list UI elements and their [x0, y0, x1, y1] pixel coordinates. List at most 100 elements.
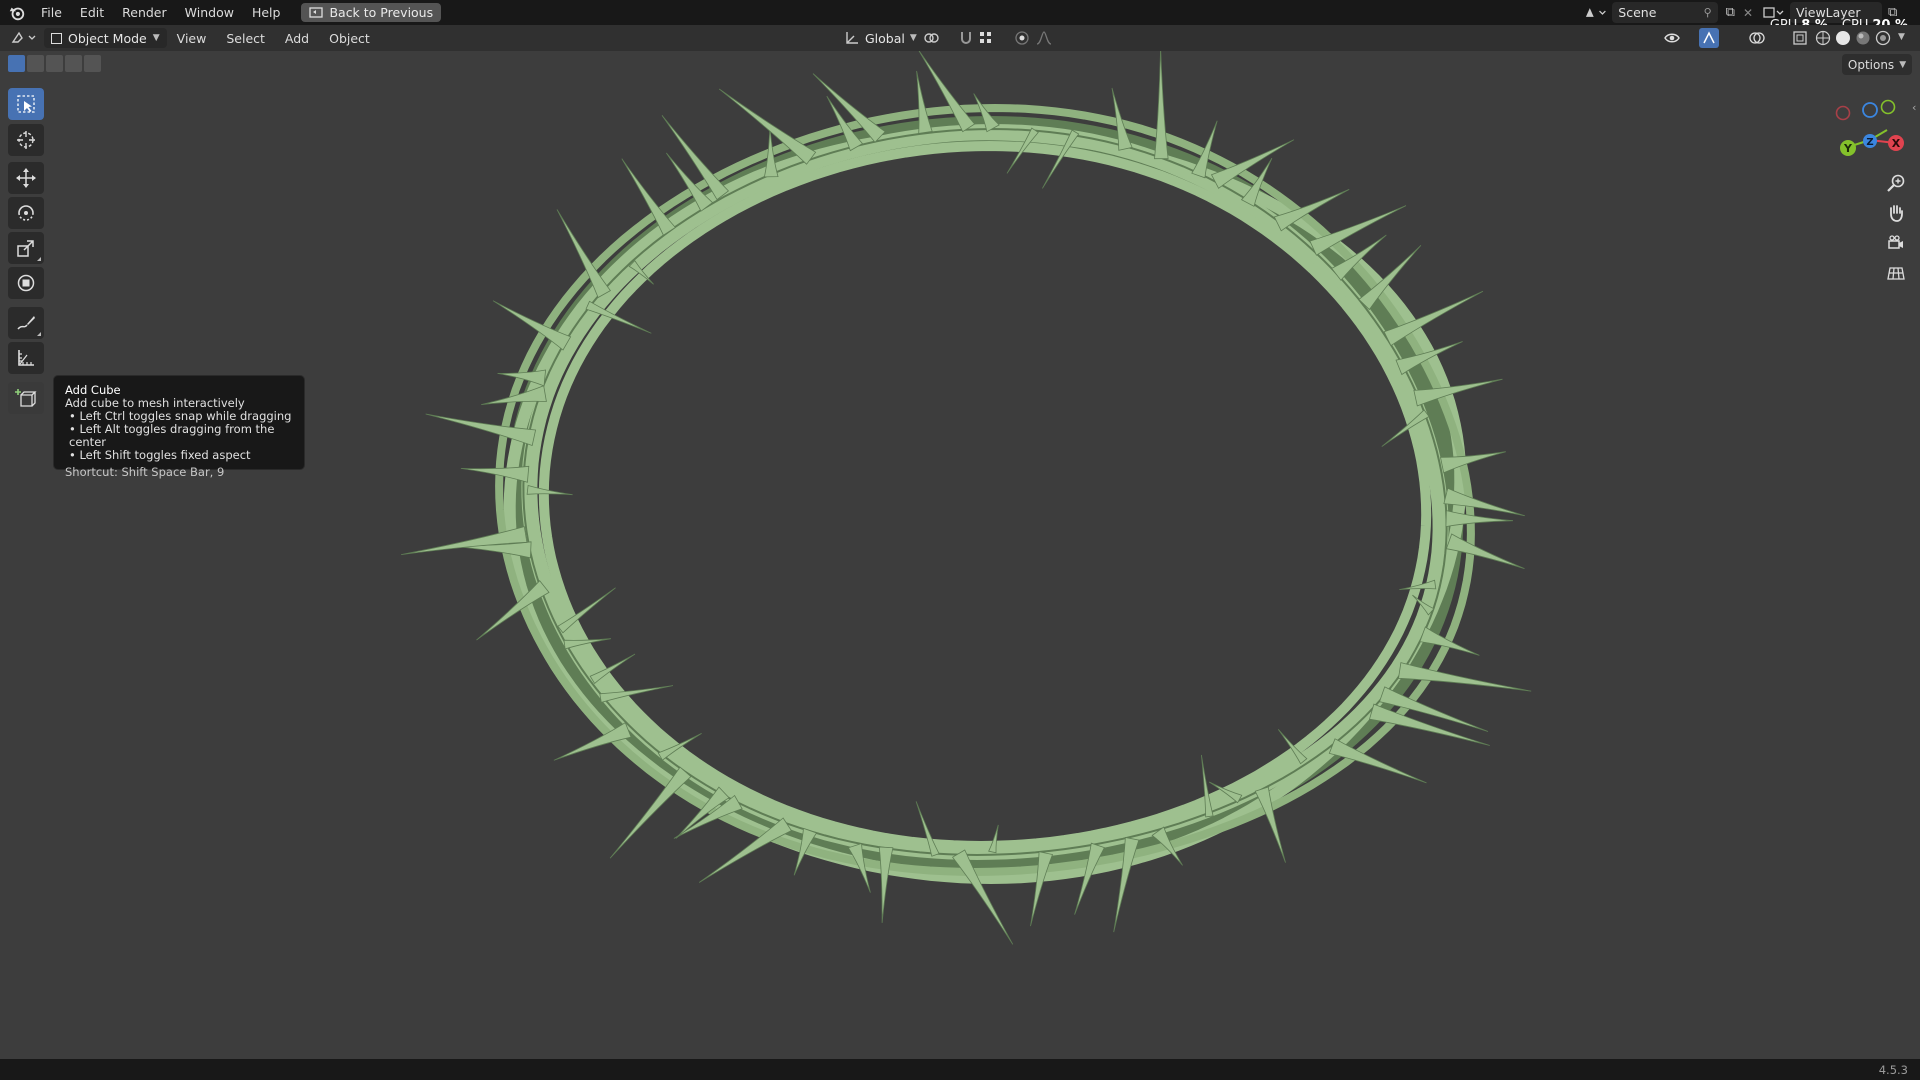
thorn [526, 484, 573, 496]
cursor-icon [17, 131, 35, 149]
viewport-header: Object Mode ▼ View Select Add Object Glo… [0, 25, 1920, 51]
menu-edit[interactable]: Edit [71, 0, 113, 25]
scene-name-field[interactable]: Scene ⚲ [1612, 2, 1718, 23]
crown-of-thorns-mesh[interactable] [401, 51, 1532, 945]
new-scene-icon[interactable]: ⧉ [1726, 5, 1735, 20]
menu-window[interactable]: Window [176, 0, 243, 25]
thorn [1154, 51, 1169, 160]
move-icon [16, 168, 36, 188]
snap-target-icon[interactable] [977, 29, 995, 47]
tool-annotate[interactable] [8, 307, 44, 339]
scale-icon [17, 240, 34, 257]
tool-select-box[interactable] [8, 88, 44, 120]
x-axis-label: X [1892, 137, 1901, 150]
tooltip-line: • Left Shift toggles fixed aspect [69, 448, 251, 462]
chevron-down-icon: ▼ [152, 33, 160, 43]
scene-icon [1585, 7, 1606, 17]
annotate-icon [17, 316, 35, 330]
neg-y-axis-dot[interactable] [1880, 99, 1896, 115]
selection-mode-buttons [8, 55, 101, 72]
select-subtract-button[interactable] [46, 55, 63, 72]
tool-move[interactable] [8, 162, 44, 194]
measure-icon [18, 350, 34, 366]
back-to-previous-button[interactable]: Back to Previous [301, 3, 442, 22]
tool-scale[interactable] [8, 232, 44, 264]
transform-orientation-dropdown[interactable]: Global ▼ [838, 28, 923, 48]
menu-object[interactable]: Object [319, 31, 380, 46]
camera-view-button[interactable] [1881, 228, 1911, 258]
back-to-previous-label: Back to Previous [329, 5, 434, 20]
tool-cursor[interactable] [8, 124, 44, 156]
options-label: Options [1847, 57, 1895, 72]
3d-viewport[interactable] [0, 51, 1920, 1059]
visibility-icon[interactable] [1663, 29, 1681, 47]
menu-help[interactable]: Help [243, 0, 290, 25]
select-new-button[interactable] [8, 55, 25, 72]
top-menu-bar: File Edit Render Window Help Back to Pre… [0, 0, 1920, 25]
status-bar: 4.5.3 [0, 1059, 1920, 1080]
tool-add-cube[interactable] [8, 382, 44, 414]
neg-x-axis-dot[interactable] [1835, 105, 1851, 121]
z-axis-label: Z [1866, 137, 1873, 148]
neg-z-axis-dot[interactable] [1862, 102, 1878, 118]
object-mode-icon [51, 32, 62, 44]
snap-toggle-icon[interactable] [957, 29, 975, 47]
blender-logo-icon[interactable] [8, 4, 26, 22]
wreath-branch [538, 140, 1432, 852]
back-screen-icon [309, 6, 324, 18]
material-shading-icon[interactable] [1854, 29, 1872, 47]
solid-shading-icon[interactable] [1834, 29, 1852, 47]
ortho-toggle-button[interactable] [1881, 258, 1911, 288]
menu-add[interactable]: Add [275, 31, 319, 46]
tool-rotate[interactable] [8, 197, 44, 229]
pivot-point-icon[interactable] [922, 29, 940, 47]
delete-scene-icon[interactable]: ✕ [1743, 6, 1753, 20]
tool-transform[interactable] [8, 267, 44, 299]
chevron-down-icon: ▼ [909, 33, 917, 43]
scene-name: Scene [1618, 5, 1657, 20]
object-mode-dropdown[interactable]: Object Mode ▼ [44, 28, 167, 48]
hand-icon [1890, 205, 1903, 222]
editor-type-icon[interactable] [10, 29, 40, 47]
tool-measure[interactable] [8, 342, 44, 374]
thorn [460, 465, 530, 483]
navigation-gizmo[interactable]: X Y Z [1830, 95, 1910, 165]
menu-file[interactable]: File [32, 0, 71, 25]
tooltip-line: • Left Alt toggles dragging from the cen… [69, 422, 275, 449]
rendered-shading-icon[interactable] [1874, 29, 1892, 47]
menu-render[interactable]: Render [113, 0, 176, 25]
scene-selector[interactable]: Scene ⚲ ⧉ ✕ [1583, 2, 1753, 23]
pin-icon[interactable]: ⚲ [1704, 6, 1712, 19]
transform-icon [17, 274, 35, 292]
gizmo-icon [1703, 31, 1715, 44]
proportional-edit-icon[interactable] [1013, 29, 1031, 47]
thorn [878, 846, 894, 923]
menu-select[interactable]: Select [216, 31, 275, 46]
object-mode-label: Object Mode [68, 30, 147, 46]
sidebar-toggle-icon[interactable]: ‹ [1912, 101, 1916, 114]
falloff-icon[interactable] [1035, 29, 1053, 47]
xray-icon[interactable] [1791, 29, 1809, 47]
wireframe-shading-icon[interactable] [1814, 29, 1832, 47]
options-dropdown[interactable]: Options ▼ [1842, 54, 1912, 75]
overlays-icon[interactable] [1748, 29, 1766, 47]
thorn [1445, 510, 1514, 528]
select-extend-button[interactable] [27, 55, 44, 72]
zoom-view-button[interactable] [1881, 168, 1911, 198]
thorn [609, 766, 692, 859]
orientation-icon [846, 32, 858, 44]
add-cube-icon [15, 389, 37, 407]
chevron-down-icon[interactable]: ▼ [1898, 32, 1905, 42]
rotate-icon [18, 205, 34, 221]
camera-icon [1888, 235, 1903, 249]
version-label: 4.5.3 [1878, 1063, 1908, 1077]
tooltip-shortcut: Shortcut: Shift Space Bar, 9 [65, 465, 225, 479]
select-intersect-button[interactable] [84, 55, 101, 72]
menu-view[interactable]: View [167, 31, 217, 46]
y-axis-label: Y [1843, 142, 1853, 155]
grid-icon [1887, 267, 1905, 280]
select-invert-button[interactable] [65, 55, 82, 72]
pan-view-button[interactable] [1881, 198, 1911, 228]
orientation-label: Global [865, 30, 905, 46]
zoom-icon [1887, 174, 1905, 192]
